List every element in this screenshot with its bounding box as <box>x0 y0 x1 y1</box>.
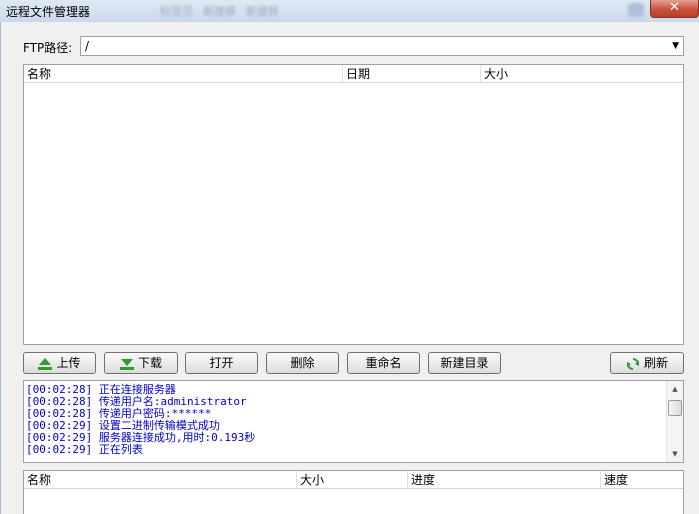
transfer-list-header: 名称 大小 进度 速度 <box>24 471 683 489</box>
background-tab: 标签页 <box>160 5 193 18</box>
delete-button[interactable]: 删除 <box>266 352 339 374</box>
chevron-down-icon[interactable]: ▼ <box>672 41 679 51</box>
download-label: 下载 <box>137 356 162 370</box>
column-header-name[interactable]: 名称 <box>24 65 343 83</box>
ftp-path-combo[interactable]: / ▼ <box>80 36 684 56</box>
scroll-thumb[interactable] <box>668 400 682 416</box>
column-header-date[interactable]: 日期 <box>343 65 481 83</box>
column-header-progress[interactable]: 进度 <box>408 471 601 489</box>
refresh-label: 刷新 <box>643 356 668 370</box>
arrow-down-icon <box>119 358 134 370</box>
column-header-name[interactable]: 名称 <box>24 471 297 489</box>
close-icon: ✕ <box>669 0 680 15</box>
refresh-icon <box>626 357 639 370</box>
log-line: [00:02:29] 正在列表 <box>26 443 143 456</box>
background-tab: 新建移 <box>203 5 236 18</box>
column-header-speed[interactable]: 速度 <box>601 471 683 489</box>
refresh-button[interactable]: 刷新 <box>610 352 684 374</box>
scroll-down-icon[interactable]: ▼ <box>667 447 683 461</box>
column-header-size[interactable]: 大小 <box>481 65 683 83</box>
arrow-up-icon <box>38 357 53 370</box>
scroll-up-icon[interactable]: ▲ <box>667 382 683 396</box>
remote-list-header: 名称 日期 大小 <box>24 65 683 83</box>
download-button[interactable]: 下载 <box>104 352 178 374</box>
window-title: 远程文件管理器 <box>6 5 91 19</box>
log-scrollbar[interactable]: ▲ ▼ <box>666 381 683 462</box>
log-panel[interactable]: [00:02:28] 正在连接服务器 [00:02:28] 传递用户名:admi… <box>23 380 684 463</box>
title-bar[interactable]: 远程文件管理器 标签页 新建移 新建移 ✕ <box>0 0 699 22</box>
rename-button[interactable]: 重命名 <box>347 352 420 374</box>
new-folder-button[interactable]: 新建目录 <box>428 352 501 374</box>
column-header-size[interactable]: 大小 <box>297 471 408 489</box>
upload-button[interactable]: 上传 <box>23 352 96 374</box>
ftp-path-value: / <box>85 39 90 53</box>
open-button[interactable]: 打开 <box>185 352 258 374</box>
transfer-list[interactable]: 名称 大小 进度 速度 <box>23 470 684 514</box>
close-button[interactable]: ✕ <box>650 0 699 18</box>
upload-label: 上传 <box>56 356 81 370</box>
remote-file-list[interactable]: 名称 日期 大小 <box>23 64 684 345</box>
ftp-path-label: FTP路径: <box>23 41 73 55</box>
background-tab: 新建移 <box>246 5 279 18</box>
background-app-icon <box>628 3 644 17</box>
